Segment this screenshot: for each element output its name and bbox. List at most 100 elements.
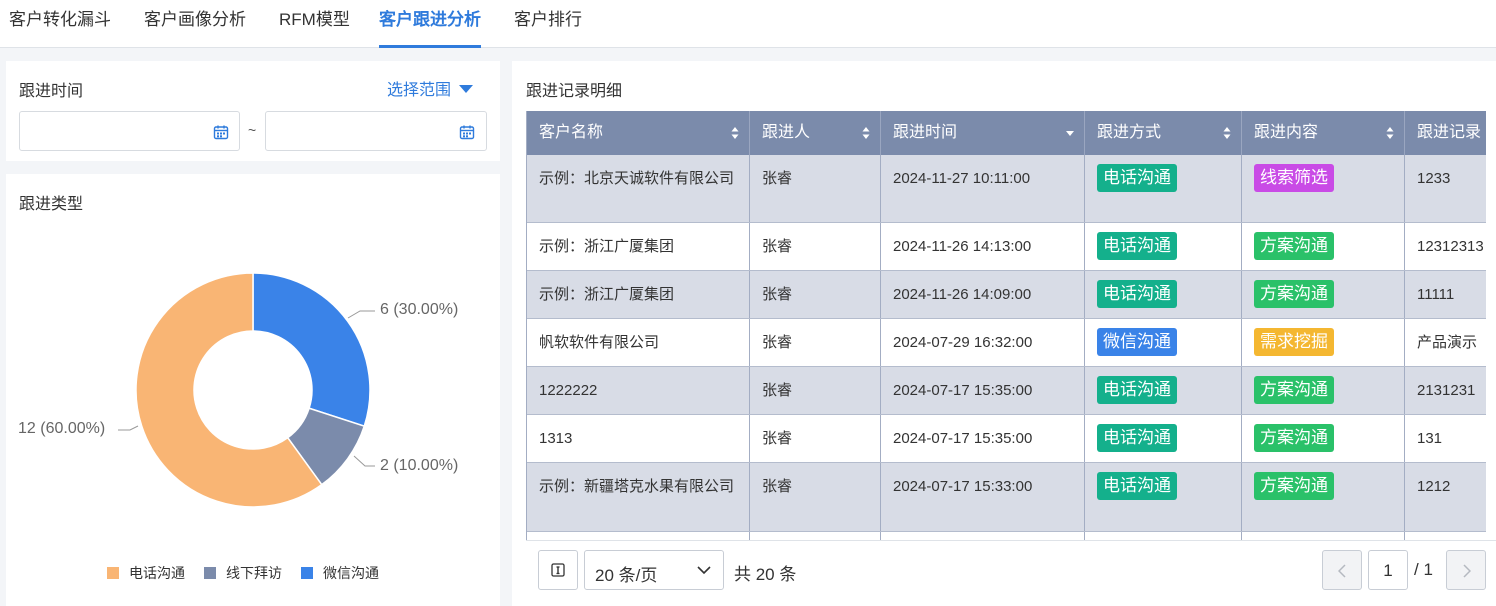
table-row[interactable] <box>527 532 1486 540</box>
table-row[interactable]: 示例：新疆塔克水果有限公司 张睿 2024-07-17 15:33:00 电话沟通 方案… <box>527 463 1486 532</box>
legend-swatch-offline <box>204 567 216 579</box>
cell-content: 方案沟通 <box>1242 415 1405 462</box>
cell-method: 电话沟通 <box>1085 463 1242 531</box>
slice-label-phone: 12 (60.00%) <box>18 420 106 437</box>
column-header-customer[interactable]: 客户名称 <box>527 111 750 155</box>
cell-time: 2024-07-29 16:32:00 <box>881 319 1085 366</box>
cell-time: 2024-07-17 15:35:00 <box>881 415 1085 462</box>
calendar-icon[interactable] <box>459 124 475 140</box>
next-page-button[interactable] <box>1446 550 1486 590</box>
column-label: 跟进内容 <box>1254 124 1319 141</box>
method-tag: 电话沟通 <box>1097 376 1177 404</box>
column-header-time[interactable]: 跟进时间 <box>881 111 1085 155</box>
cell-content: 方案沟通 <box>1242 367 1405 414</box>
followup-type-donut-chart <box>118 272 375 508</box>
end-date-input[interactable] <box>274 121 454 141</box>
table-row[interactable]: 示例：浙江广厦集团 张睿 2024-11-26 14:09:00 电话沟通 方案沟通 11… <box>527 271 1486 319</box>
cell-content: 线索筛选 <box>1242 155 1405 222</box>
cell-customer-name: 示例：浙江广厦集团 <box>527 271 750 318</box>
tab-conversion-funnel[interactable]: 客户转化漏斗 <box>9 0 111 48</box>
pagination-bar: 20 条/页 共 20 条 1 / 1 <box>526 540 1496 600</box>
cell-note: 产品演示 <box>1405 319 1486 366</box>
sort-desc-icon <box>1066 131 1074 136</box>
date-range-separator: ~ <box>248 122 257 138</box>
filter-title: 跟进时间 <box>19 83 84 100</box>
table-row[interactable]: 示例：北京天诚软件有限公司 张睿 2024-11-27 10:11:00 电话沟通 线索… <box>527 155 1486 223</box>
type-chart-title: 跟进类型 <box>19 196 84 213</box>
legend-item-phone[interactable]: 电话沟通 <box>107 563 185 583</box>
cell-note <box>1405 532 1486 540</box>
tab-customer-profile[interactable]: 客户画像分析 <box>144 0 246 48</box>
table-row[interactable]: 1313 张睿 2024-07-17 15:35:00 电话沟通 方案沟通 131 <box>527 415 1486 463</box>
cell-time: 2024-07-17 15:33:00 <box>881 463 1085 531</box>
tab-followup-analysis[interactable]: 客户跟进分析 <box>379 0 481 48</box>
chevron-left-icon <box>1338 564 1346 578</box>
cell-time: 2024-07-17 15:35:00 <box>881 367 1085 414</box>
slice-wechat[interactable] <box>252 272 371 428</box>
leader-line-phone <box>118 425 139 431</box>
legend-label-phone: 电话沟通 <box>129 565 185 581</box>
column-label: 跟进人 <box>762 124 811 141</box>
cell-owner: 张睿 <box>750 155 881 222</box>
column-label: 跟进记录 <box>1417 124 1482 141</box>
column-header-owner[interactable]: 跟进人 <box>750 111 881 155</box>
cell-owner: 张睿 <box>750 319 881 366</box>
slice-label-wechat: 6 (30.00%) <box>380 301 459 318</box>
content-tag: 方案沟通 <box>1254 424 1334 452</box>
info-icon <box>551 563 565 577</box>
cell-method <box>1085 532 1242 540</box>
range-select-label: 选择范围 <box>387 82 452 99</box>
sort-icon <box>862 127 870 139</box>
method-tag: 电话沟通 <box>1097 424 1177 452</box>
cell-owner: 张睿 <box>750 271 881 318</box>
cell-content: 方案沟通 <box>1242 271 1405 318</box>
cell-time: 2024-11-26 14:09:00 <box>881 271 1085 318</box>
tab-customer-ranking[interactable]: 客户排行 <box>514 0 582 48</box>
page-size-value: 20 条/页 <box>595 566 658 585</box>
slice-label-offline: 2 (10.00%) <box>380 457 459 474</box>
method-tag: 电话沟通 <box>1097 164 1177 192</box>
start-date-field[interactable] <box>19 111 240 151</box>
content-tag: 方案沟通 <box>1254 472 1334 500</box>
table-header: 客户名称 跟进人 跟进时间 跟进方式 跟进内容 跟进记录 <box>527 111 1486 155</box>
column-label: 客户名称 <box>539 124 604 141</box>
prev-page-button[interactable] <box>1322 550 1362 590</box>
cell-note: 11111 <box>1405 271 1486 318</box>
tab-bar: 客户转化漏斗 客户画像分析 RFM模型 客户跟进分析 客户排行 <box>0 0 1496 48</box>
range-select-button[interactable]: 选择范围 <box>387 76 474 100</box>
records-title: 跟进记录明细 <box>526 83 623 100</box>
cell-note: 12312313 <box>1405 223 1486 270</box>
legend-item-wechat[interactable]: 微信沟通 <box>301 563 379 583</box>
end-date-field[interactable] <box>265 111 487 151</box>
cell-owner: 张睿 <box>750 463 881 531</box>
table-row[interactable]: 1222222 张睿 2024-07-17 15:35:00 电话沟通 方案沟通 2131… <box>527 367 1486 415</box>
column-header-method[interactable]: 跟进方式 <box>1085 111 1242 155</box>
cell-content: 方案沟通 <box>1242 223 1405 270</box>
cell-customer-name: 帆软软件有限公司 <box>527 319 750 366</box>
column-header-note[interactable]: 跟进记录 <box>1405 111 1486 155</box>
table-row[interactable]: 帆软软件有限公司 张睿 2024-07-29 16:32:00 微信沟通 需求挖掘 产品演… <box>527 319 1486 367</box>
column-label: 跟进方式 <box>1097 124 1162 141</box>
table-row[interactable]: 示例：浙江广厦集团 张睿 2024-11-26 14:13:00 电话沟通 方案沟通 12… <box>527 223 1486 271</box>
page-jump-button[interactable] <box>538 550 578 590</box>
cell-note: 1212 <box>1405 463 1486 531</box>
cell-customer-name: 示例：北京天诚软件有限公司 <box>527 155 750 222</box>
content-tag: 线索筛选 <box>1254 164 1334 192</box>
records-table: 客户名称 跟进人 跟进时间 跟进方式 跟进内容 跟进记录 示例：北京天诚软件有限… <box>526 111 1486 540</box>
legend-swatch-phone <box>107 567 119 579</box>
chevron-right-icon <box>1463 564 1471 578</box>
calendar-icon[interactable] <box>213 124 229 140</box>
cell-content: 需求挖掘 <box>1242 319 1405 366</box>
page-size-select[interactable]: 20 条/页 <box>584 550 724 590</box>
current-page-input[interactable]: 1 <box>1368 550 1408 590</box>
content-tag: 需求挖掘 <box>1254 328 1334 356</box>
cell-owner <box>750 532 881 540</box>
start-date-input[interactable] <box>28 121 208 141</box>
cell-customer-name: 1222222 <box>527 367 750 414</box>
cell-method: 微信沟通 <box>1085 319 1242 366</box>
column-header-content[interactable]: 跟进内容 <box>1242 111 1405 155</box>
method-tag: 电话沟通 <box>1097 280 1177 308</box>
tab-rfm-model[interactable]: RFM模型 <box>279 0 350 48</box>
legend-item-offline[interactable]: 线下拜访 <box>204 563 282 583</box>
cell-content: 方案沟通 <box>1242 463 1405 531</box>
